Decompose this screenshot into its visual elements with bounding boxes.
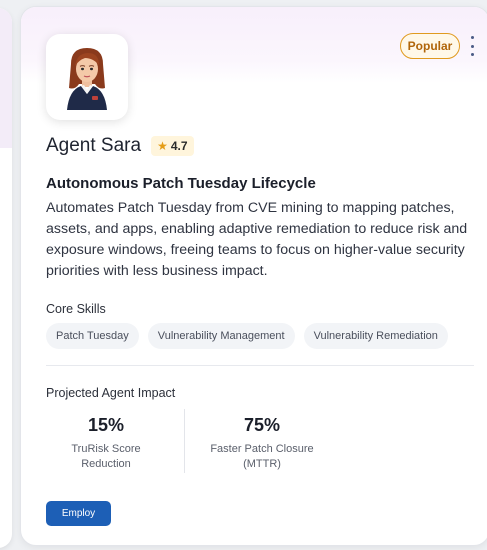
metric-label-line: TruRisk Score bbox=[71, 443, 141, 455]
skill-chip: Vulnerability Management bbox=[147, 323, 295, 349]
kebab-dot bbox=[470, 36, 474, 39]
metric-value: 75% bbox=[243, 415, 281, 435]
skill-chip: Patch Tuesday bbox=[46, 323, 139, 349]
agent-avatar-illustration bbox=[67, 48, 107, 110]
employ-button[interactable]: Employ bbox=[46, 501, 111, 526]
agent-name-row: Agent Sara ★ 4.7 bbox=[46, 135, 194, 157]
popular-badge: Popular bbox=[400, 33, 460, 59]
avatar bbox=[46, 34, 128, 120]
kebab-dot bbox=[470, 44, 474, 48]
impact-heading: Projected Agent Impact bbox=[46, 386, 176, 400]
agent-name: Agent Sara bbox=[46, 135, 142, 156]
rating-badge: ★ 4.7 bbox=[151, 136, 194, 156]
metric-divider bbox=[184, 409, 185, 473]
metric-label-line: Faster Patch Closure bbox=[210, 443, 314, 455]
stage: Popular Agent Sara ★ 4.7 Autonomous Patc… bbox=[0, 0, 487, 550]
agent-title: Autonomous Patch Tuesday Lifecycle bbox=[46, 175, 316, 192]
metric-label-line: (MTTR) bbox=[243, 458, 281, 470]
metric-trurisk: 15% TruRisk Score Reduction bbox=[56, 415, 156, 472]
star-icon: ★ bbox=[157, 139, 168, 153]
core-skills-list: Patch Tuesday Vulnerability Management V… bbox=[46, 323, 448, 349]
agent-description: Automates Patch Tuesday from CVE mining … bbox=[46, 200, 468, 279]
adjacent-card-header bbox=[0, 8, 12, 148]
kebab-dot bbox=[470, 53, 474, 56]
section-divider bbox=[46, 365, 474, 366]
skill-chip: Vulnerability Remediation bbox=[303, 323, 448, 349]
core-skills-heading: Core Skills bbox=[46, 302, 106, 316]
more-options-icon[interactable] bbox=[467, 36, 477, 56]
agent-card[interactable]: Popular Agent Sara ★ 4.7 Autonomous Patc… bbox=[20, 6, 487, 546]
adjacent-agent-card[interactable] bbox=[0, 8, 12, 548]
metric-label: TruRisk Score Reduction bbox=[56, 442, 156, 472]
metric-value: 15% bbox=[87, 415, 125, 435]
metric-mttr: 75% Faster Patch Closure (MTTR) bbox=[197, 415, 327, 472]
metric-label-line: Reduction bbox=[81, 458, 131, 470]
metric-label: Faster Patch Closure (MTTR) bbox=[197, 442, 327, 472]
rating-value: 4.7 bbox=[170, 139, 188, 153]
